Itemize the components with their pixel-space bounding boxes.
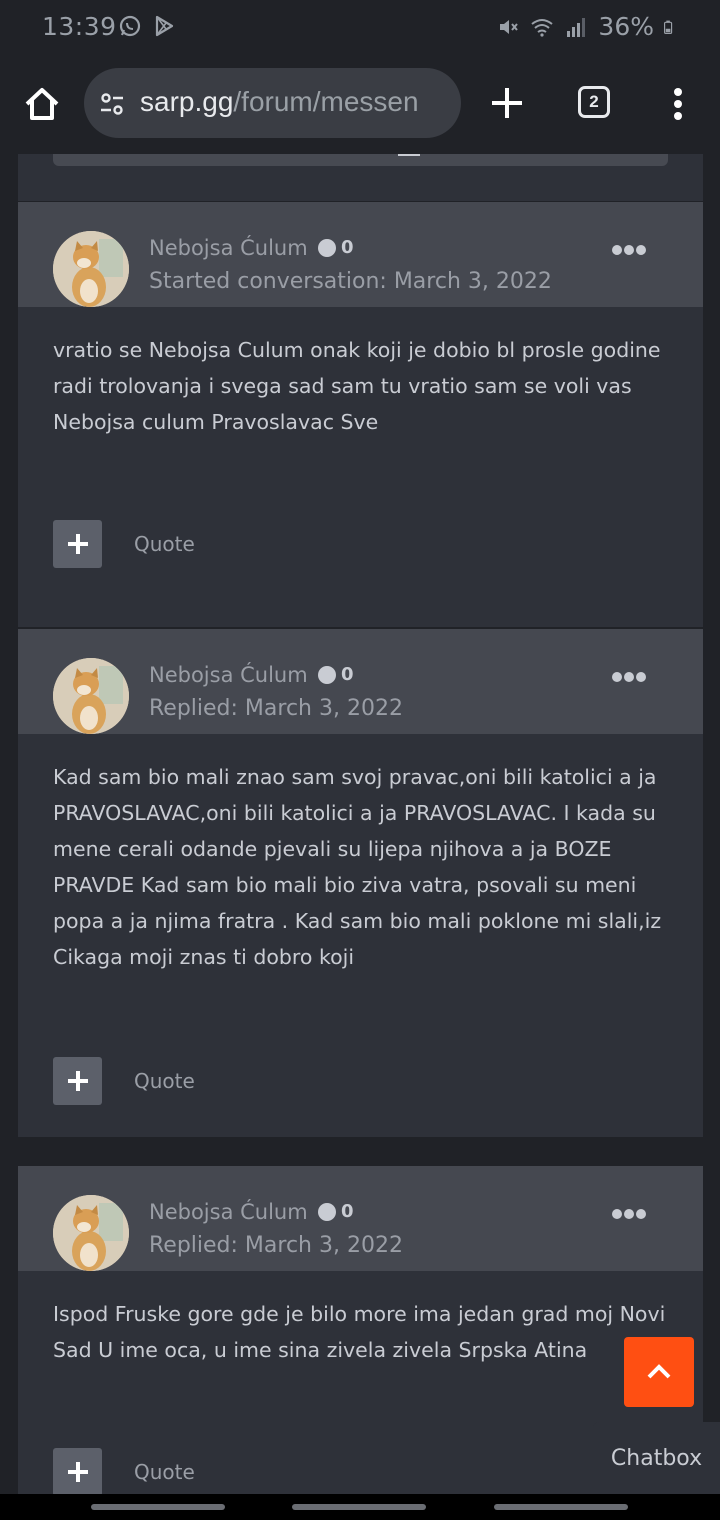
post-body: Kad sam bio mali znao sam svoj pravac,on…: [53, 765, 662, 969]
whatsapp-icon: [119, 15, 141, 37]
battery-level: 36%: [598, 12, 654, 41]
avatar[interactable]: [53, 658, 129, 734]
status-bar: 13:39 36%: [0, 0, 720, 54]
url-bar[interactable]: sarp.gg/forum/messen: [84, 68, 461, 138]
chatbox-button[interactable]: Chatbox: [593, 1422, 720, 1494]
more-options-icon[interactable]: [611, 671, 647, 683]
more-options-icon[interactable]: [611, 1208, 647, 1220]
doge-avatar-icon: [53, 1195, 129, 1271]
add-reaction-button[interactable]: [53, 1448, 102, 1494]
url-path: /forum/messen: [233, 86, 419, 117]
doge-avatar-icon: [53, 658, 129, 734]
reputation-badge: 0: [318, 664, 354, 685]
signal-icon: [567, 17, 586, 37]
plus-icon: [67, 1071, 88, 1091]
partial-icon: [398, 154, 420, 156]
system-nav-bar: [0, 1494, 720, 1520]
browser-toolbar: sarp.gg/forum/messen 2: [0, 54, 720, 154]
reputation-badge: 0: [318, 237, 354, 258]
reputation-count: 0: [341, 1201, 354, 1222]
add-reaction-button[interactable]: [53, 520, 102, 568]
nav-back-handle[interactable]: [494, 1504, 628, 1510]
tab-switcher-button[interactable]: 2: [578, 86, 610, 118]
more-options-icon[interactable]: [611, 244, 647, 256]
post-header: Nebojsa Ćulum 0 Replied: March 3, 2022: [18, 629, 703, 734]
reputation-dot-icon: [318, 1202, 336, 1221]
post-meta: Started conversation: March 3, 2022: [149, 269, 552, 294]
avatar[interactable]: [53, 1195, 129, 1271]
chatbox-label: Chatbox: [610, 1445, 703, 1471]
author-name[interactable]: Nebojsa Ćulum: [149, 236, 308, 260]
reputation-dot-icon: [318, 665, 336, 684]
nav-recents-handle[interactable]: [91, 1504, 225, 1510]
chevron-up-icon: [647, 1364, 671, 1379]
quote-button[interactable]: Quote: [134, 1460, 195, 1484]
post-card: Nebojsa Ćulum 0 Replied: March 3, 2022 K…: [18, 629, 703, 1137]
post-body: Ispod Fruske gore gde je bilo more ima j…: [53, 1302, 666, 1362]
forum-page: Nebojsa Ćulum 0 Started conversation: Ma…: [0, 154, 720, 1494]
post-meta: Replied: March 3, 2022: [149, 696, 403, 721]
new-tab-icon[interactable]: [490, 86, 524, 120]
post-card: Nebojsa Ćulum 0 Started conversation: Ma…: [18, 202, 703, 627]
author-name[interactable]: Nebojsa Ćulum: [149, 663, 308, 687]
reputation-count: 0: [341, 664, 354, 685]
author-name[interactable]: Nebojsa Ćulum: [149, 1200, 308, 1224]
battery-icon: [664, 20, 673, 34]
previous-section: [18, 154, 703, 201]
quote-button[interactable]: Quote: [134, 1069, 195, 1093]
status-time: 13:39: [42, 12, 117, 41]
post-header: Nebojsa Ćulum 0 Started conversation: Ma…: [18, 202, 703, 307]
avatar[interactable]: [53, 231, 129, 307]
tab-count: 2: [589, 92, 599, 111]
more-vert-icon[interactable]: [666, 86, 690, 122]
doge-avatar-icon: [53, 231, 129, 307]
site-settings-icon[interactable]: [98, 90, 126, 118]
post-actions: Quote: [53, 1057, 195, 1105]
home-icon[interactable]: [22, 84, 62, 124]
mute-icon: [500, 19, 519, 34]
url-host: sarp.gg: [140, 86, 234, 117]
post-actions: Quote: [53, 520, 195, 568]
plus-icon: [67, 534, 88, 554]
reputation-badge: 0: [318, 1201, 354, 1222]
post-body: vratio se Nebojsa Culum onak koji je dob…: [53, 338, 661, 434]
reputation-dot-icon: [318, 238, 336, 257]
post-header: Nebojsa Ćulum 0 Replied: March 3, 2022: [18, 1166, 703, 1271]
plus-icon: [67, 1462, 88, 1482]
url-text[interactable]: sarp.gg/forum/messen: [140, 86, 419, 118]
nav-home-handle[interactable]: [292, 1504, 426, 1510]
scroll-to-top-button[interactable]: [624, 1337, 694, 1407]
post-actions: Quote: [53, 1448, 195, 1494]
reputation-count: 0: [341, 237, 354, 258]
partial-button[interactable]: [53, 154, 668, 166]
add-reaction-button[interactable]: [53, 1057, 102, 1105]
post-meta: Replied: March 3, 2022: [149, 1233, 403, 1258]
wifi-icon: [531, 18, 554, 37]
play-store-icon: [155, 15, 174, 37]
quote-button[interactable]: Quote: [134, 532, 195, 556]
